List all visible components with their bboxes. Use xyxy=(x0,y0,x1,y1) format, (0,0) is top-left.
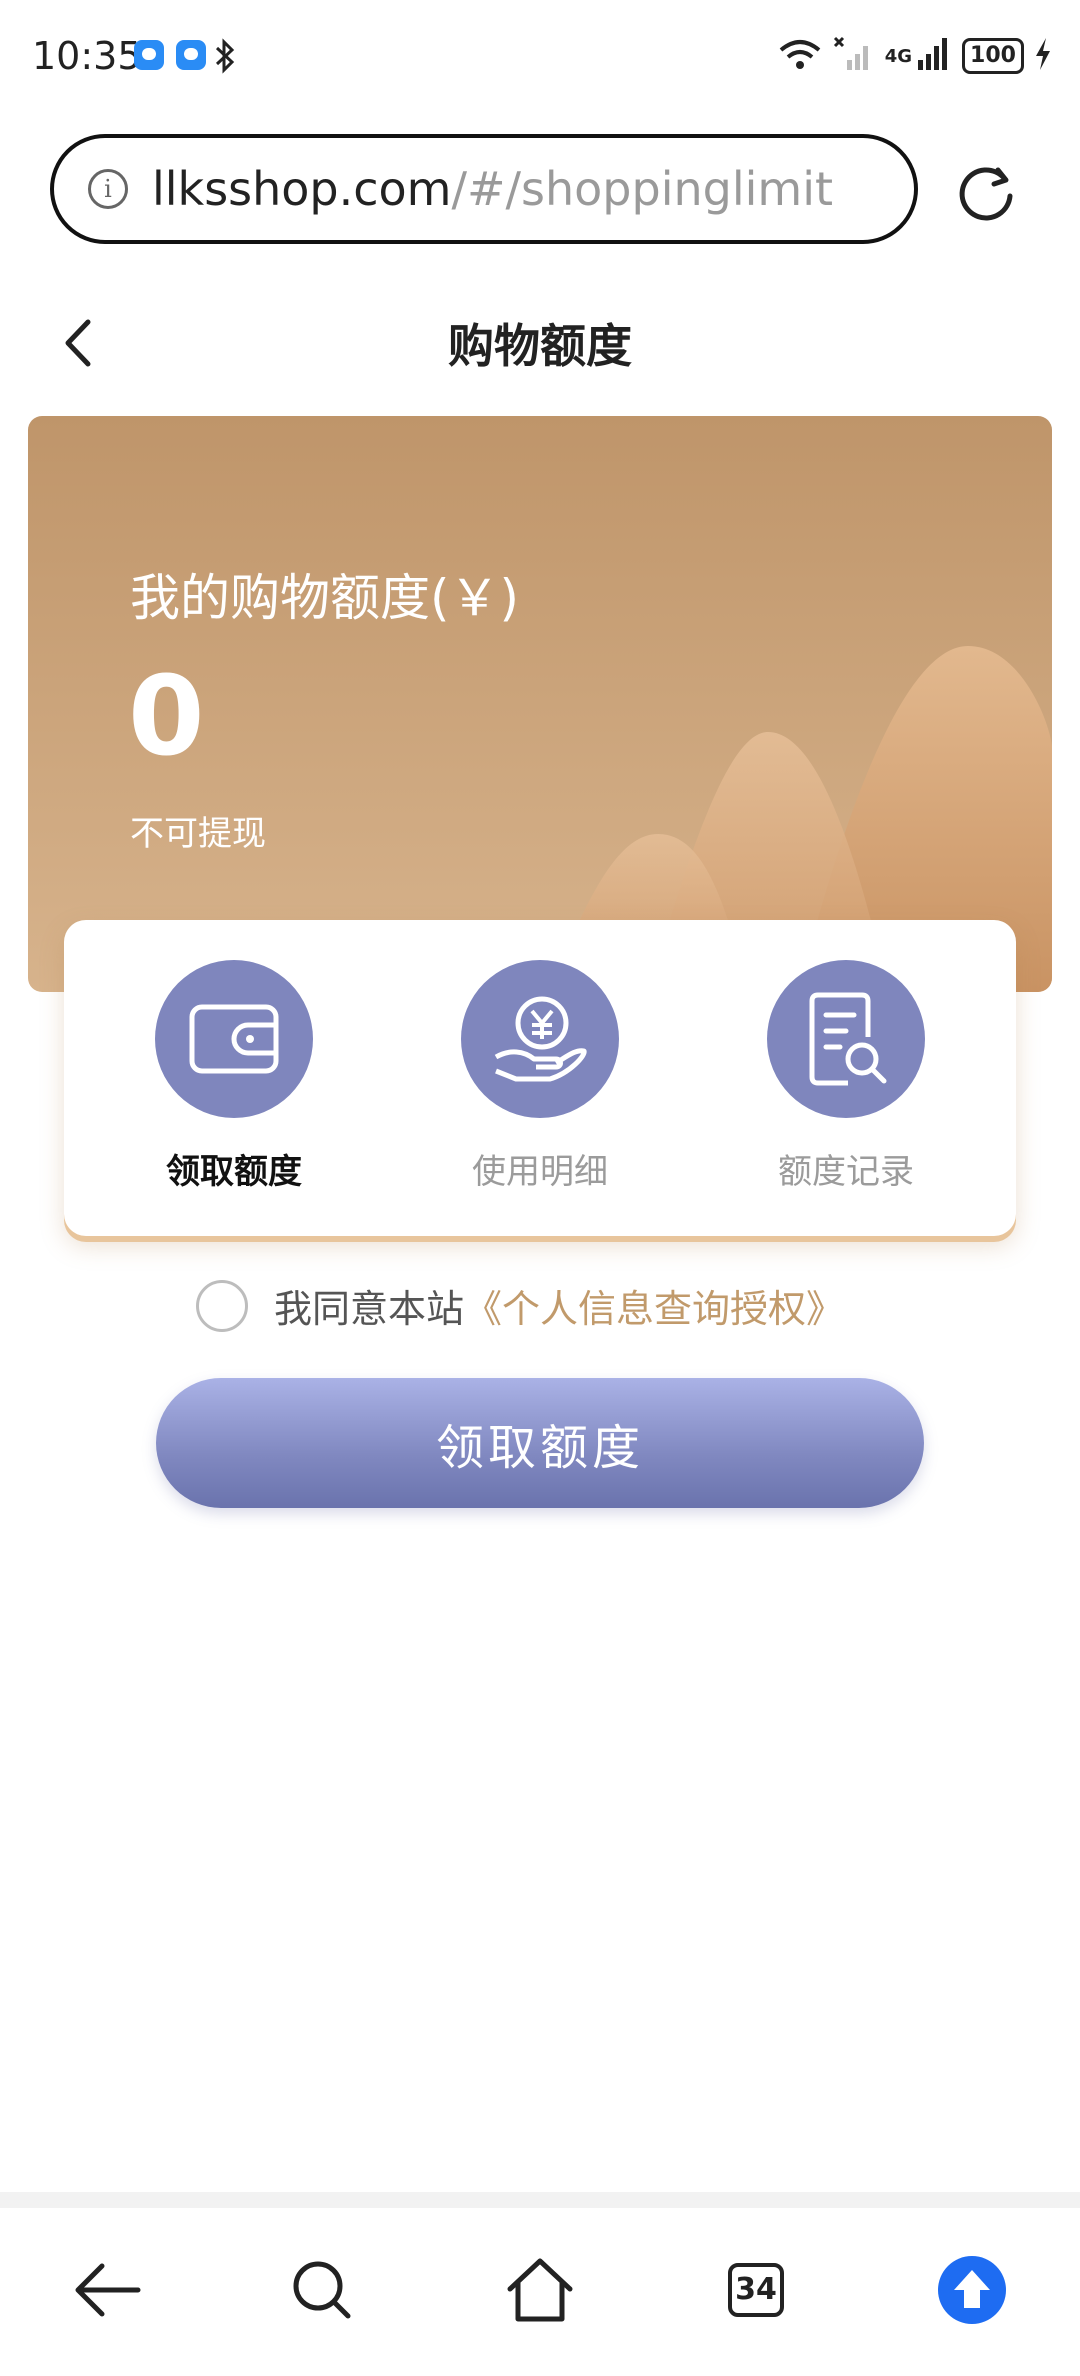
tabs-button[interactable]: 34 xyxy=(716,2250,796,2330)
browser-back-icon[interactable] xyxy=(68,2250,148,2330)
action-usage-details[interactable]: 使用明细 xyxy=(390,960,690,1193)
network-type: 4G xyxy=(884,45,912,67)
quota-label: 我的购物额度(￥) xyxy=(130,569,520,627)
agreement-link[interactable]: 《个人信息查询授权》 xyxy=(464,1278,844,1333)
upload-arrow-icon[interactable] xyxy=(932,2250,1012,2330)
bluetooth-icon xyxy=(214,38,236,78)
page-title: 购物额度 xyxy=(448,319,632,373)
status-time: 10:35 xyxy=(32,34,142,78)
message-app-icon xyxy=(134,40,164,70)
action-label: 使用明细 xyxy=(472,1152,608,1192)
action-label: 额度记录 xyxy=(778,1152,914,1192)
site-info-icon[interactable]: i xyxy=(88,169,128,209)
url-path: /#/shoppinglimit xyxy=(451,162,834,216)
signal-off-icon xyxy=(833,36,875,76)
wifi-icon xyxy=(777,36,823,76)
claim-quota-button[interactable]: 领取额度 xyxy=(156,1378,924,1508)
notification-app-icon xyxy=(176,40,206,70)
yuan-hand-icon xyxy=(461,960,619,1118)
status-right: 4G 100 xyxy=(777,36,1052,76)
quota-amount: 0 xyxy=(128,652,205,780)
agreement-checkbox[interactable] xyxy=(196,1279,248,1332)
reload-icon[interactable] xyxy=(958,164,1016,222)
search-icon[interactable] xyxy=(282,2250,362,2330)
bottom-separator xyxy=(0,2192,1080,2208)
charging-icon xyxy=(1034,37,1052,75)
url-domain: llksshop.com xyxy=(152,162,452,216)
action-quota-records[interactable]: 额度记录 xyxy=(696,960,996,1193)
document-search-icon xyxy=(767,960,925,1118)
address-bar[interactable]: i llksshop.com/#/shoppinglimit xyxy=(50,134,918,244)
wallet-icon xyxy=(155,960,313,1118)
agreement-text: 我同意本站 xyxy=(274,1287,465,1331)
agreement-row: 我同意本站 《个人信息查询授权》 xyxy=(196,1278,844,1333)
quota-note: 不可提现 xyxy=(130,814,266,854)
home-icon[interactable] xyxy=(500,2250,580,2330)
tab-count: 34 xyxy=(728,2263,784,2317)
signal-icon xyxy=(916,36,952,76)
action-claim-quota[interactable]: 领取额度 xyxy=(84,960,384,1193)
action-label: 领取额度 xyxy=(166,1152,302,1192)
battery-indicator: 100 xyxy=(962,38,1024,74)
